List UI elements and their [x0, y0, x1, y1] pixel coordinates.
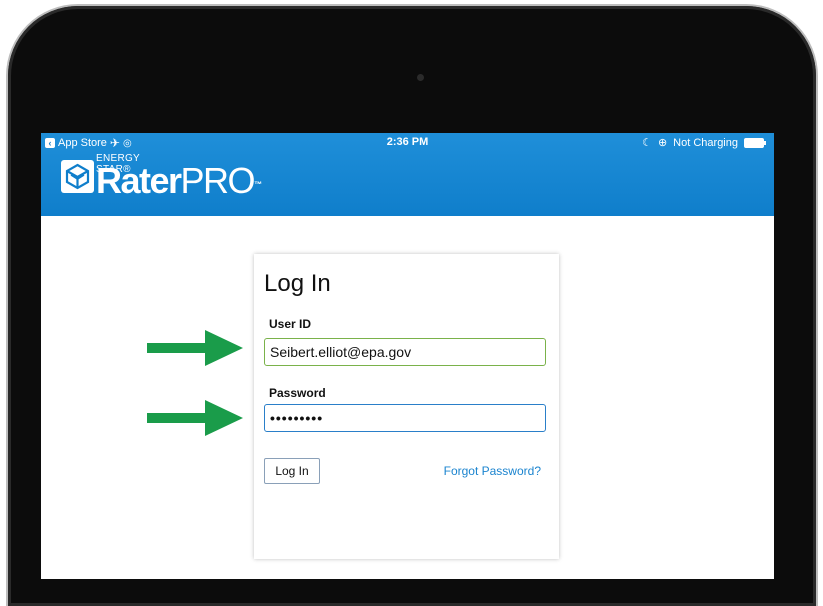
camera-icon [417, 74, 424, 81]
user-id-label: User ID [269, 317, 312, 331]
app-name-light: PRO [180, 160, 256, 201]
arrow-right-icon [147, 400, 243, 436]
moon-icon: ☾ [642, 137, 652, 149]
app-name-bold: Rater [96, 160, 182, 201]
page-title: Log In [264, 270, 331, 297]
password-label: Password [269, 386, 326, 400]
login-card: Log In User ID Seibert.elliot@epa.gov Pa… [254, 254, 559, 559]
charging-status: Not Charging [673, 136, 738, 149]
status-right: ☾ ⊕ Not Charging [642, 136, 766, 149]
status-bar: ‹ App Store ✈ ◎ 2:36 PM ☾ ⊕ Not Charging [41, 133, 774, 151]
trademark: ™ [254, 180, 262, 189]
forgot-password-link[interactable]: Forgot Password? [444, 464, 541, 478]
app-name: RaterPRO™ [96, 160, 262, 201]
energy-star-logo-icon [61, 160, 94, 193]
password-input[interactable]: ••••••••• [264, 404, 546, 432]
app-header: ‹ App Store ✈ ◎ 2:36 PM ☾ ⊕ Not Charging [41, 133, 774, 216]
lock-rotation-icon: ⊕ [657, 137, 668, 149]
battery-icon [744, 137, 766, 148]
user-id-input[interactable]: Seibert.elliot@epa.gov [264, 338, 546, 366]
login-button[interactable]: Log In [264, 458, 320, 484]
arrow-right-icon [147, 330, 243, 366]
